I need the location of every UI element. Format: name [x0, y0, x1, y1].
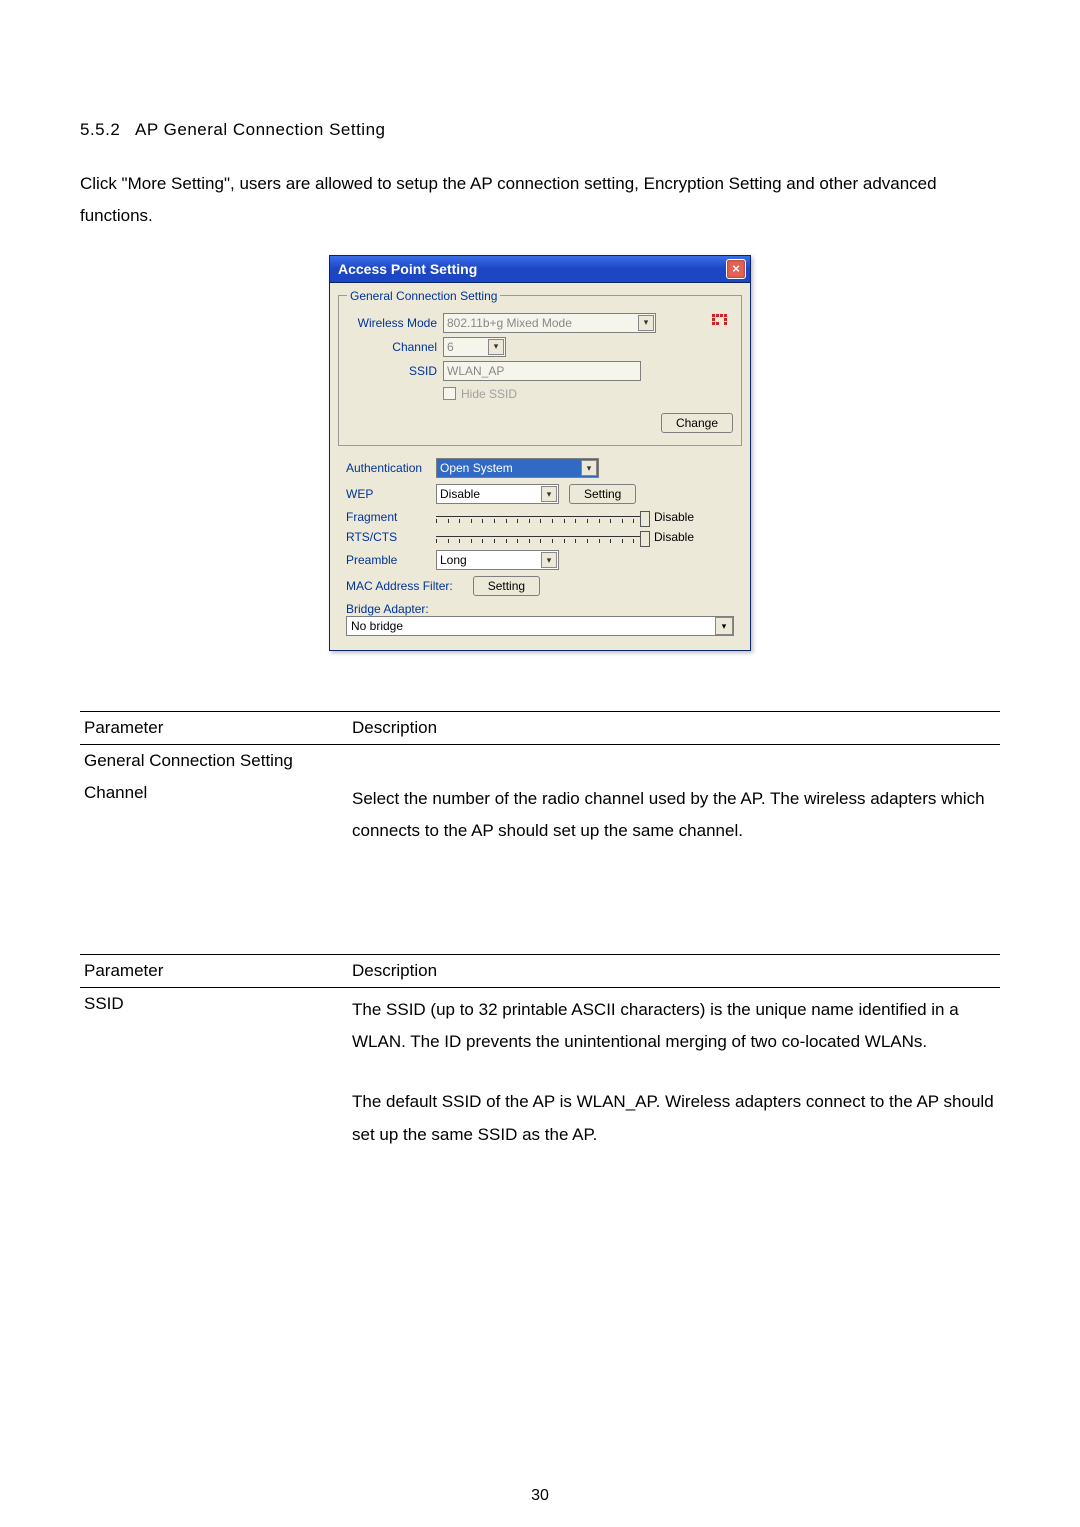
fragment-slider[interactable]: Disable: [436, 510, 694, 524]
table-row: SSID The SSID (up to 32 printable ASCII …: [80, 987, 1000, 1157]
channel-label: Channel: [347, 340, 443, 354]
ssid-value: WLAN_AP: [447, 364, 504, 378]
rtscts-status: Disable: [654, 530, 694, 544]
fragment-label: Fragment: [346, 510, 436, 524]
group-legend: General Connection Setting: [347, 289, 500, 303]
preamble-select[interactable]: Long ▾: [436, 550, 559, 570]
table-row: Channel Select the number of the radio c…: [80, 777, 1000, 854]
authentication-select[interactable]: Open System ▾: [436, 458, 599, 478]
rtscts-slider[interactable]: Disable: [436, 530, 694, 544]
wep-value: Disable: [440, 487, 480, 501]
wireless-mode-label: Wireless Mode: [347, 316, 443, 330]
wireless-mode-value: 802.11b+g Mixed Mode: [447, 316, 572, 330]
chevron-down-icon: ▾: [638, 315, 654, 331]
section-heading: 5.5.2 AP General Connection Setting: [80, 120, 1000, 140]
bridge-select[interactable]: No bridge ▾: [346, 616, 734, 636]
signal-icon: [711, 313, 733, 333]
desc-cell: The SSID (up to 32 printable ASCII chara…: [348, 987, 1000, 1157]
chevron-down-icon: ▾: [715, 617, 733, 635]
dialog-title: Access Point Setting: [338, 261, 477, 277]
wireless-mode-select[interactable]: 802.11b+g Mixed Mode ▾: [443, 313, 656, 333]
authentication-label: Authentication: [346, 461, 436, 475]
param-cell: SSID: [80, 987, 348, 1157]
section-number: 5.5.2: [80, 120, 120, 139]
wep-setting-button[interactable]: Setting: [569, 484, 636, 504]
desc-paragraph: The default SSID of the AP is WLAN_AP. W…: [352, 1086, 996, 1151]
table-header: Description: [348, 954, 1000, 987]
chevron-down-icon: ▾: [488, 339, 504, 355]
dialog-titlebar: Access Point Setting ×: [330, 256, 750, 283]
section-title: AP General Connection Setting: [135, 120, 385, 139]
param-cell: Channel: [80, 777, 348, 854]
page-number: 30: [0, 1487, 1080, 1505]
desc-cell: Select the number of the radio channel u…: [348, 777, 1000, 854]
change-button[interactable]: Change: [661, 413, 733, 433]
mac-setting-button[interactable]: Setting: [473, 576, 540, 596]
chevron-down-icon: ▾: [541, 552, 557, 568]
wep-select[interactable]: Disable ▾: [436, 484, 559, 504]
hide-ssid-label: Hide SSID: [461, 387, 517, 401]
preamble-label: Preamble: [346, 553, 436, 567]
mac-filter-label: MAC Address Filter:: [346, 579, 453, 593]
general-connection-group: General Connection Setting Wireless Mode…: [338, 289, 742, 447]
chevron-down-icon: ▾: [581, 460, 597, 476]
parameter-table-1: Parameter Description General Connection…: [80, 711, 1000, 854]
close-icon[interactable]: ×: [726, 259, 746, 279]
ssid-input[interactable]: WLAN_AP: [443, 361, 641, 381]
wep-label: WEP: [346, 487, 436, 501]
preamble-value: Long: [440, 553, 467, 567]
table-header: Description: [348, 712, 1000, 745]
authentication-value: Open System: [440, 461, 513, 475]
hide-ssid-checkbox[interactable]: Hide SSID: [443, 387, 517, 401]
intro-text: Click "More Setting", users are allowed …: [80, 168, 1000, 233]
fragment-status: Disable: [654, 510, 694, 524]
access-point-dialog: Access Point Setting × General Connectio…: [329, 255, 751, 652]
channel-value: 6: [447, 340, 454, 354]
ssid-label: SSID: [347, 364, 443, 378]
bridge-label: Bridge Adapter:: [346, 602, 734, 616]
param-cell: General Connection Setting: [80, 745, 348, 778]
desc-paragraph: The SSID (up to 32 printable ASCII chara…: [352, 994, 996, 1059]
bridge-value: No bridge: [351, 619, 403, 633]
channel-select[interactable]: 6 ▾: [443, 337, 506, 357]
checkbox-icon: [443, 387, 456, 400]
table-row: General Connection Setting: [80, 745, 1000, 778]
rtscts-label: RTS/CTS: [346, 530, 436, 544]
chevron-down-icon: ▾: [541, 486, 557, 502]
parameter-table-2: Parameter Description SSID The SSID (up …: [80, 954, 1000, 1157]
table-header: Parameter: [80, 712, 348, 745]
table-header: Parameter: [80, 954, 348, 987]
